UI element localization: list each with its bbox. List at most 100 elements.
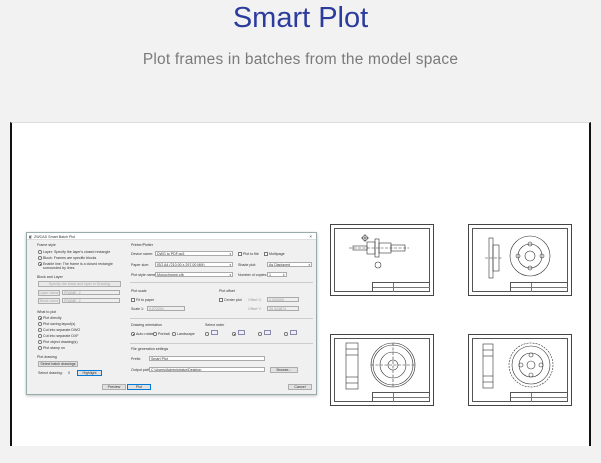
orientation-label: Portrait	[158, 332, 170, 336]
block-name-field[interactable]: FRAME_2	[62, 298, 120, 303]
frame-style-radio-layer[interactable]	[38, 250, 42, 254]
center-plot-label: Center plot	[224, 298, 242, 302]
plot-offset-heading: Plot offset	[219, 289, 235, 293]
drawing-frame-pulley[interactable]	[468, 224, 572, 296]
plot-style-value: Monochrome.ctb	[157, 273, 184, 277]
multipage-checkbox[interactable]	[264, 252, 268, 256]
chevron-down-icon: ▾	[229, 273, 231, 277]
what-to-plot-label: Cut into separate DWG	[43, 328, 81, 332]
copies-label: Number of copies:	[238, 273, 268, 277]
browse-button[interactable]: Browse...	[270, 367, 298, 373]
sprocket-drawing	[482, 342, 554, 389]
scale-field[interactable]: 0.972251	[147, 306, 185, 311]
page-title: Smart Plot	[232, 2, 369, 34]
cut-dxf-radio[interactable]	[38, 334, 42, 338]
orientation-heading: Drawing orientation	[131, 323, 162, 327]
select-order-heading: Select order	[205, 323, 225, 327]
auto-rotate-radio[interactable]	[131, 332, 135, 336]
close-icon[interactable]: ×	[309, 234, 312, 239]
highlight-button[interactable]: Highlight	[77, 370, 102, 376]
drawing-frame-shaft[interactable]	[330, 224, 434, 296]
copies-stepper[interactable]: 1 ⇕	[267, 272, 287, 277]
spin-icon[interactable]: ⇕	[282, 273, 285, 276]
center-plot-checkbox[interactable]	[219, 298, 223, 302]
plot-to-file-checkbox[interactable]	[238, 252, 242, 256]
plot-button[interactable]: Plot	[127, 384, 151, 390]
shade-plot-select[interactable]: As Displayed ▾	[267, 262, 312, 267]
dialog-title: ZWCAD Smart Batch Plot	[34, 234, 76, 239]
plot-directly-radio[interactable]	[38, 316, 42, 320]
what-to-plot-label: Plot stamp on	[43, 346, 65, 350]
shade-plot-value: As Displayed	[269, 263, 290, 267]
chevron-down-icon: ▾	[229, 263, 231, 267]
block-name-button[interactable]: Block name	[38, 298, 60, 304]
device-value: DWG to PDF.pc5	[157, 252, 185, 256]
pulley-drawing	[485, 235, 551, 279]
frame-style-radio-line[interactable]	[38, 262, 42, 266]
drawing-frame-gear[interactable]	[330, 334, 434, 406]
paper-size-select[interactable]: ISO A4 (210.00 x 297.00 MM) ▾	[155, 262, 233, 267]
layer-name-button[interactable]: Layer name	[38, 290, 60, 296]
output-path-field[interactable]: C:\Users\Administrator\Desktop	[149, 367, 265, 372]
order-radio[interactable]	[284, 332, 288, 336]
order-icon	[264, 330, 271, 335]
device-label: Device name:	[131, 252, 153, 256]
plot-object-radio[interactable]	[38, 340, 42, 344]
scale-label: Scale 1:	[131, 307, 144, 311]
offset-x-label: Offset X:	[248, 298, 262, 302]
cut-dwg-radio[interactable]	[38, 328, 42, 332]
plot-stamp-radio[interactable]	[38, 346, 42, 350]
chevron-down-icon: ▾	[308, 263, 310, 267]
app-icon: ◧	[29, 234, 33, 239]
order-radio[interactable]	[232, 332, 236, 336]
what-to-plot-heading: What to plot	[37, 310, 57, 314]
multipage-label: Multipage	[269, 252, 285, 256]
plot-drawing-heading: Plot drawing	[37, 355, 57, 359]
order-icon	[238, 330, 245, 335]
offset-x-field[interactable]: 0.000000	[267, 297, 299, 302]
plot-layouts-radio[interactable]	[38, 322, 42, 326]
offset-y-label: Offset Y:	[248, 307, 262, 311]
printer-heading: Printer/Plotter	[131, 243, 153, 247]
paper-size-label: Paper size:	[131, 263, 149, 267]
order-radio[interactable]	[258, 332, 262, 336]
offset-y-field[interactable]: 39.324874	[267, 306, 299, 311]
block-layer-heading: Block and Layer	[37, 275, 63, 279]
prefix-label: Prefix:	[131, 357, 142, 361]
cancel-button[interactable]: Cancel	[288, 384, 312, 390]
orientation-label: Auto rotate	[136, 332, 154, 336]
order-icon	[290, 330, 297, 335]
plot-style-label: Plot style name:	[131, 273, 157, 277]
frame-style-label: Layer: Specify the layer's closed rectan…	[43, 250, 111, 254]
shaft-drawing	[349, 234, 409, 269]
select-batch-drawings-button[interactable]: Select batch drawings	[38, 361, 78, 367]
preview-button[interactable]: Preview	[102, 384, 126, 390]
divider	[130, 318, 313, 319]
fit-to-paper-checkbox[interactable]	[131, 298, 135, 302]
prefix-field[interactable]: Smart Plot	[149, 356, 265, 361]
frame-style-heading: Frame style	[37, 243, 56, 247]
layer-name-field[interactable]: FRAME_2	[62, 290, 120, 295]
smart-batch-plot-dialog: ◧ ZWCAD Smart Batch Plot × Frame style L…	[26, 232, 317, 395]
divider	[130, 282, 313, 283]
portrait-radio[interactable]	[153, 332, 157, 336]
shade-plot-label: Shade plot:	[238, 263, 257, 267]
what-to-plot-label: Plot object drawing(s)	[43, 340, 78, 344]
order-radio[interactable]	[205, 332, 209, 336]
device-select[interactable]: DWG to PDF.pc5 ▾	[155, 251, 233, 256]
gear-drawing	[345, 342, 416, 390]
divider	[130, 343, 313, 344]
copies-value: 1	[269, 273, 271, 277]
landscape-radio[interactable]	[172, 332, 176, 336]
plot-to-file-label: Plot to file	[243, 252, 259, 256]
frame-style-label: Block: Frames are specific blocks	[43, 256, 97, 260]
order-icon	[211, 330, 218, 335]
drawing-frame-sprocket[interactable]	[468, 334, 572, 406]
specify-block-layer-button[interactable]: Specify the block and layer in Drawing	[38, 281, 121, 287]
plot-scale-heading: Plot scale	[131, 289, 147, 293]
frame-style-radio-block[interactable]	[38, 256, 42, 260]
output-path-label: Output path:	[131, 368, 151, 372]
what-to-plot-label: Cut into separate DXF	[43, 334, 79, 338]
plot-style-select[interactable]: Monochrome.ctb ▾	[155, 272, 233, 277]
page-subtitle: Plot frames in batches from the model sp…	[142, 51, 459, 68]
